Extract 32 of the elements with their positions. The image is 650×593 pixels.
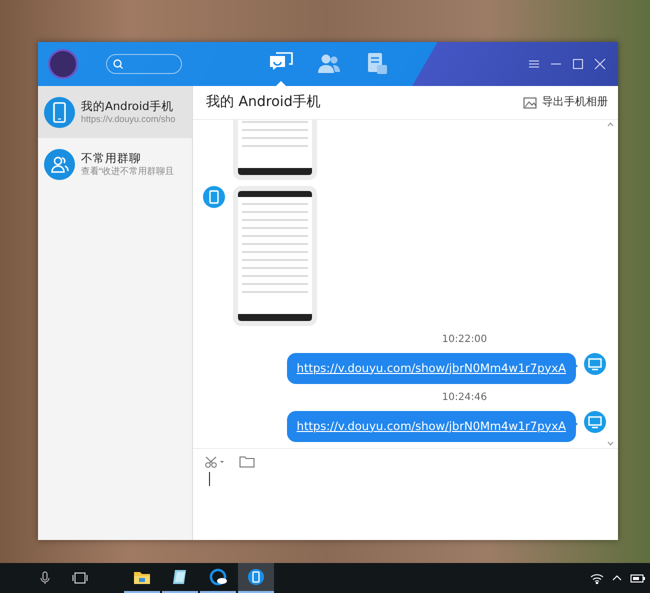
item-title: 我的Android手机: [81, 98, 174, 114]
item-subtitle: 查看“收进不常用群聊且: [81, 166, 174, 178]
export-album-button[interactable]: 导出手机相册: [523, 94, 608, 111]
monitor-avatar-icon: [584, 352, 606, 374]
phone-icon: [44, 96, 75, 128]
timestamp: 10:22:00: [441, 332, 488, 346]
search-icon: [113, 59, 123, 69]
phone-app-icon[interactable]: [238, 563, 274, 593]
image-icon: [523, 96, 537, 108]
chat-title: 我的 Android手机: [206, 93, 321, 112]
wifi-icon[interactable]: [590, 572, 604, 584]
phone-screenshot-image[interactable]: [233, 186, 317, 326]
monitor-avatar-icon: [584, 410, 606, 433]
sidebar-item[interactable]: 我的Android手机 https://v.douyu.com/sho: [38, 86, 192, 138]
battery-icon[interactable]: [630, 573, 646, 583]
scroll-up-icon[interactable]: [607, 122, 614, 127]
timestamp: 10:24:46: [441, 390, 488, 405]
maximize-icon[interactable]: [572, 57, 586, 71]
search-field[interactable]: [106, 54, 182, 74]
scroll-down-icon[interactable]: [607, 441, 614, 446]
people-icon: [44, 148, 75, 180]
chevron-up-icon[interactable]: [612, 575, 622, 581]
close-icon[interactable]: [594, 57, 608, 71]
user-avatar[interactable]: [48, 49, 78, 79]
scissors-icon[interactable]: [205, 456, 225, 468]
sidebar-item[interactable]: 不常用群聊 查看“收进不常用群聊且: [38, 138, 192, 190]
microphone-icon[interactable]: [40, 571, 50, 585]
item-subtitle: https://v.douyu.com/sho: [81, 114, 176, 126]
phone-avatar-icon: [203, 186, 225, 208]
item-title: 不常用群聊: [81, 150, 142, 166]
text-cursor: [209, 472, 210, 486]
task-view-icon[interactable]: [72, 572, 88, 584]
